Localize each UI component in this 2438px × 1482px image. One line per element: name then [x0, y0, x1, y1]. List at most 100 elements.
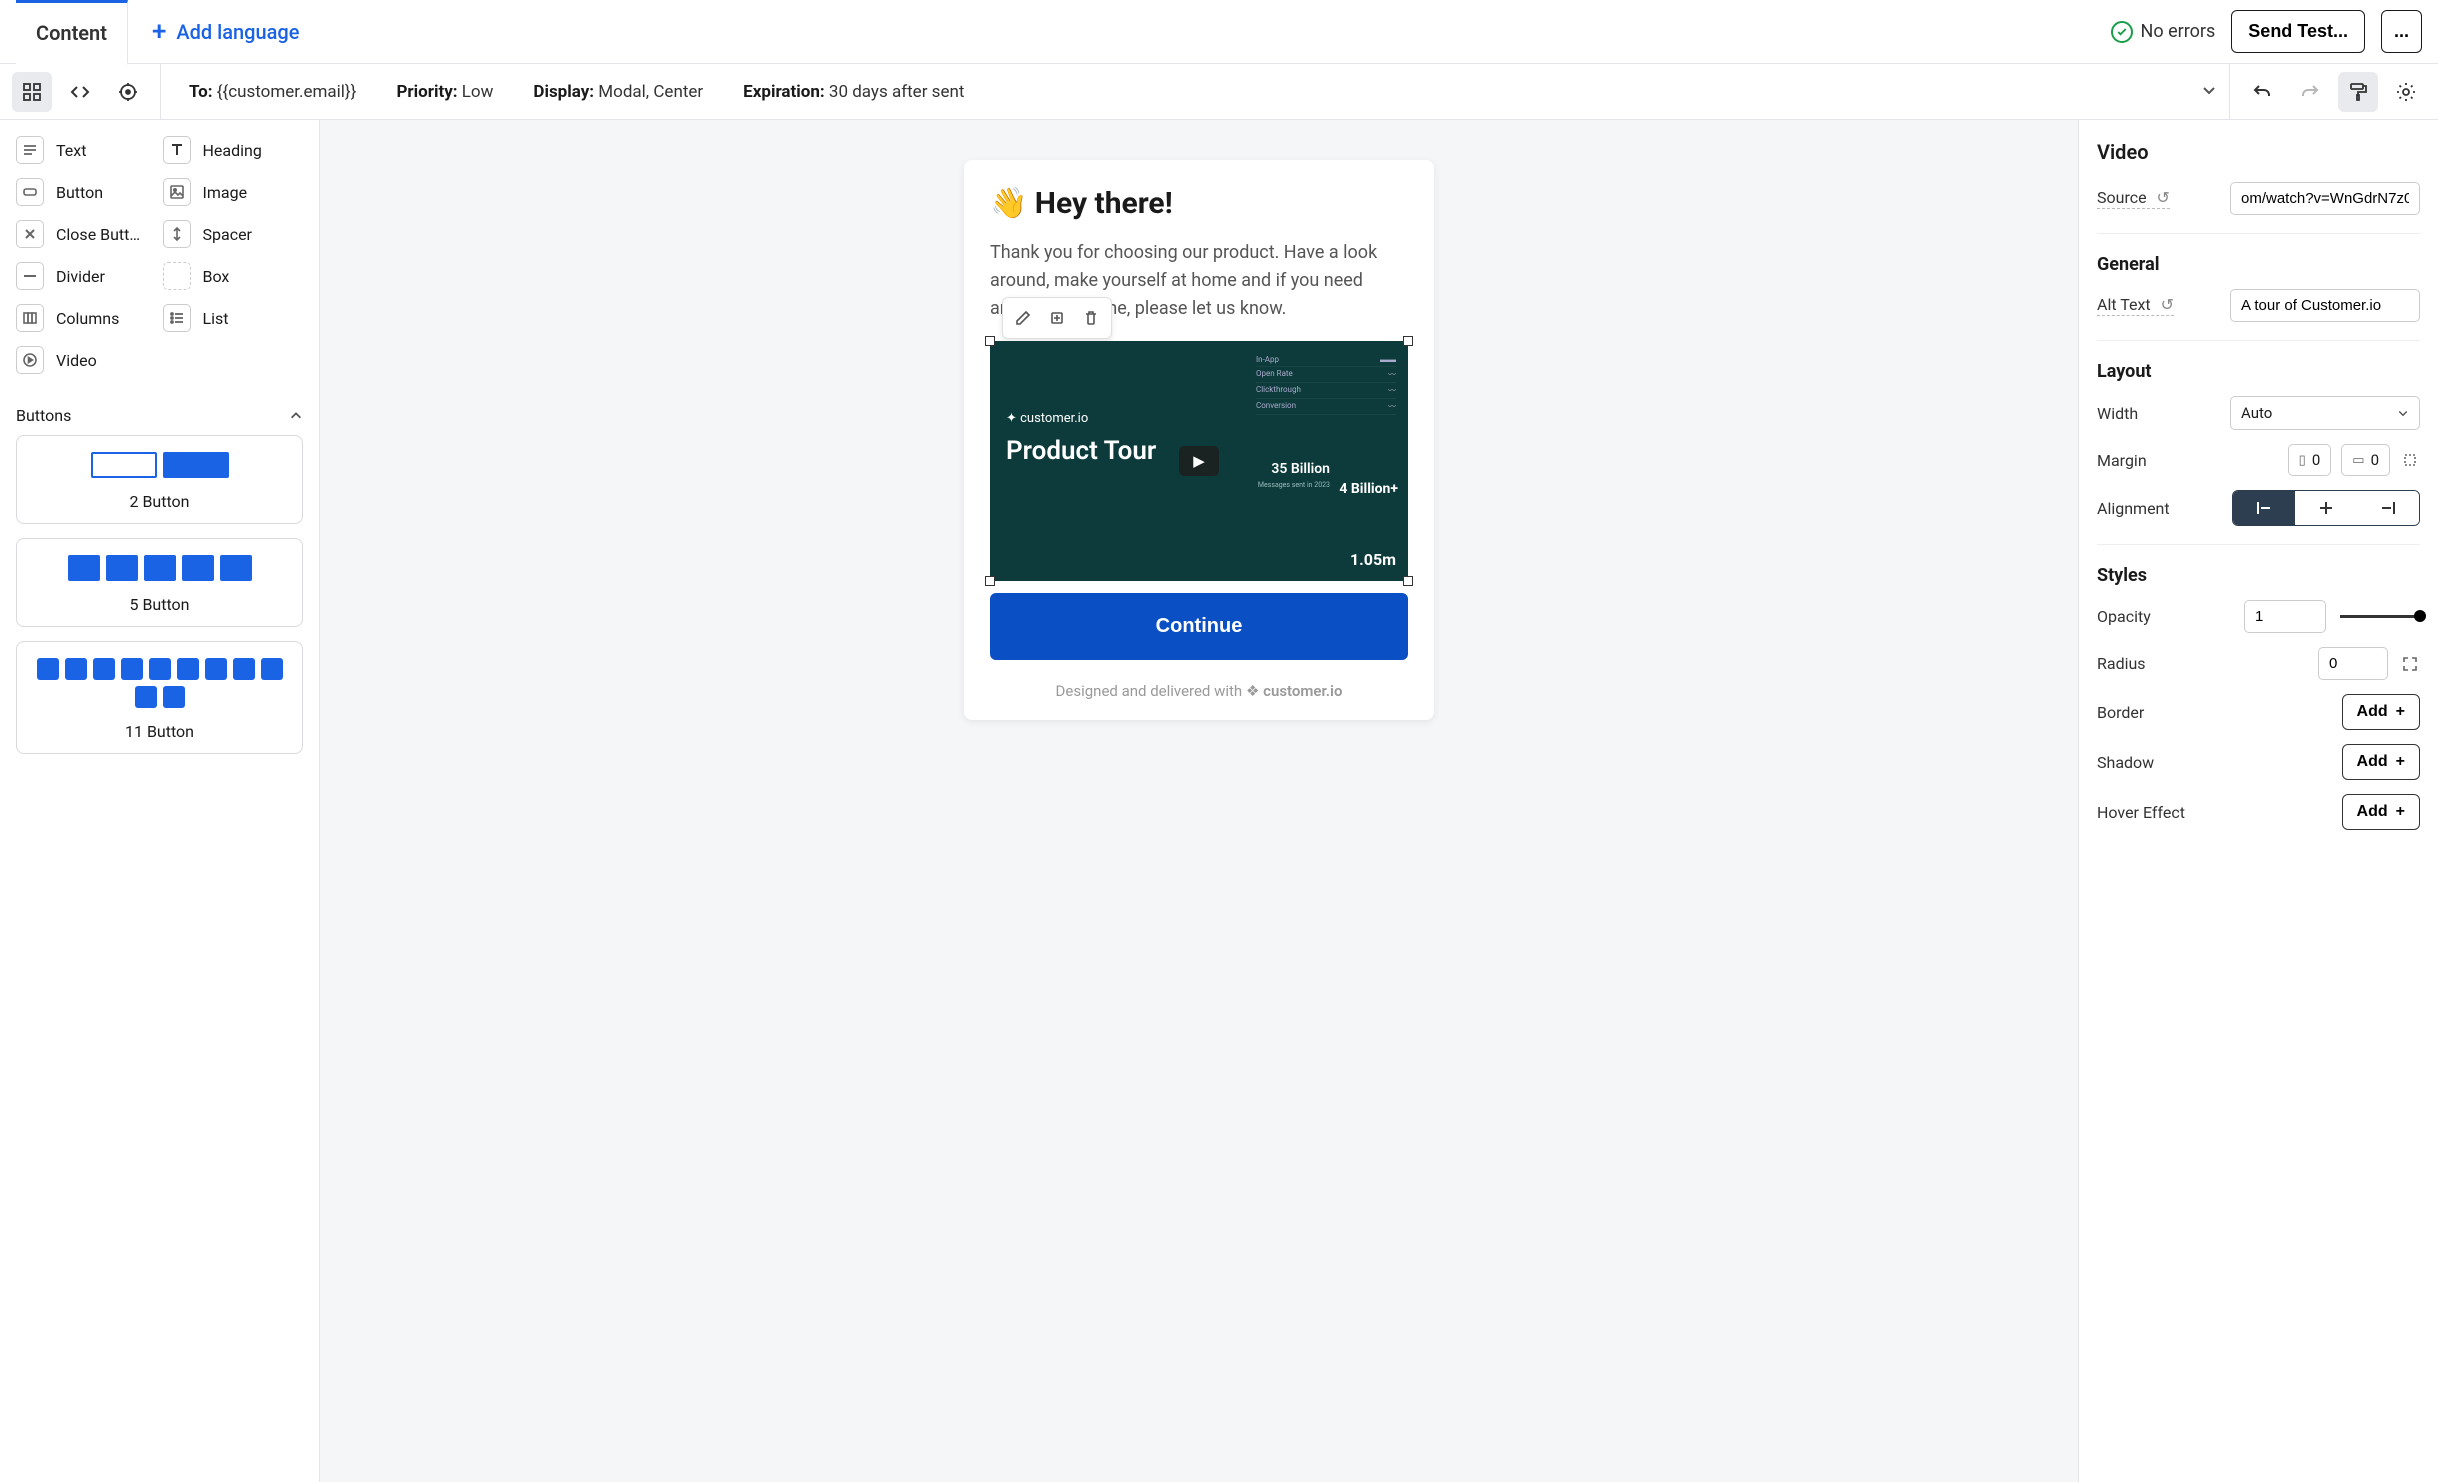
border-add-button[interactable]: Add+ — [2342, 694, 2420, 730]
meta-priority[interactable]: Priority: Low — [396, 82, 493, 102]
align-left-button[interactable] — [2233, 491, 2295, 525]
shadow-add-button[interactable]: Add+ — [2342, 744, 2420, 780]
margin-vertical-input[interactable]: ▭ 0 — [2341, 444, 2390, 476]
opacity-slider[interactable] — [2340, 615, 2420, 618]
buttons-section-header[interactable]: Buttons — [16, 396, 303, 435]
radius-input[interactable] — [2318, 647, 2388, 680]
preset-11-button[interactable]: 11 Button — [16, 641, 303, 754]
alt-label: Alt Text ↺ — [2097, 295, 2174, 316]
components-panel: Text Heading Button Image Close Butt… Sp… — [0, 120, 320, 1482]
edit-icon[interactable] — [1008, 303, 1038, 333]
preset-11-label: 11 Button — [29, 722, 290, 741]
margin-horizontal-input[interactable]: ▯ 0 — [2288, 444, 2332, 476]
margin-link-icon[interactable] — [2400, 450, 2420, 470]
props-title-layout: Layout — [2097, 361, 2420, 382]
props-title-styles: Styles — [2097, 565, 2420, 586]
opacity-input[interactable] — [2244, 600, 2326, 633]
main-area: Text Heading Button Image Close Butt… Sp… — [0, 120, 2438, 1482]
meta-to[interactable]: To: {{customer.email}} — [189, 82, 356, 102]
component-box[interactable]: Box — [163, 258, 304, 294]
footer-credit: Designed and delivered with ❖ customer.i… — [990, 682, 1408, 700]
component-image[interactable]: Image — [163, 174, 304, 210]
meta-display[interactable]: Display: Modal, Center — [533, 82, 703, 102]
component-text[interactable]: Text — [16, 132, 157, 168]
hover-label: Hover Effect — [2097, 803, 2185, 822]
undo-button[interactable] — [2242, 72, 2282, 112]
chevron-up-icon — [289, 409, 303, 423]
preset-5-button[interactable]: 5 Button — [16, 538, 303, 627]
chevron-down-icon[interactable] — [2189, 82, 2229, 102]
resize-handle-br[interactable] — [1403, 576, 1413, 586]
component-divider[interactable]: Divider — [16, 258, 157, 294]
plus-icon: + — [2396, 703, 2405, 721]
list-icon — [163, 304, 191, 332]
target-icon[interactable] — [108, 72, 148, 112]
box-dashed-icon — [163, 262, 191, 290]
component-list[interactable]: List — [163, 300, 304, 336]
blocks-view-icon[interactable] — [12, 72, 52, 112]
logo-dots-icon: ❖ — [1246, 682, 1259, 700]
continue-button[interactable]: Continue — [990, 593, 1408, 660]
align-center-button[interactable] — [2295, 491, 2357, 525]
preset-2-button[interactable]: 2 Button — [16, 435, 303, 524]
play-circle-icon — [16, 346, 44, 374]
preset-2-label: 2 Button — [29, 492, 290, 511]
resize-handle-bl[interactable] — [985, 576, 995, 586]
video-thumbnail[interactable]: ✦ customer.io Product Tour In-App▬▬ Open… — [990, 341, 1408, 581]
reset-alt-icon[interactable]: ↺ — [2161, 295, 2174, 314]
source-input[interactable] — [2230, 182, 2420, 215]
add-language-label: Add language — [176, 20, 299, 44]
trash-icon[interactable] — [1076, 303, 1106, 333]
component-heading[interactable]: Heading — [163, 132, 304, 168]
component-spacer[interactable]: Spacer — [163, 216, 304, 252]
divider-line-icon — [16, 262, 44, 290]
hover-add-button[interactable]: Add+ — [2342, 794, 2420, 830]
thumb-brand: ✦ customer.io — [1006, 411, 1088, 426]
thumb-stats: In-App▬▬ Open Rate〰 Clickthrough〰 Conver… — [1256, 353, 1396, 415]
add-language-button[interactable]: + Add language — [152, 19, 300, 45]
code-view-icon[interactable] — [60, 72, 100, 112]
radius-expand-icon[interactable] — [2400, 654, 2420, 674]
margin-label: Margin — [2097, 451, 2147, 470]
slider-knob[interactable] — [2414, 610, 2426, 622]
redo-button[interactable] — [2290, 72, 2330, 112]
alt-input[interactable] — [2230, 289, 2420, 322]
resize-handle-tl[interactable] — [985, 336, 995, 346]
plus-icon: + — [2396, 753, 2405, 771]
resize-handle-tr[interactable] — [1403, 336, 1413, 346]
tab-content[interactable]: Content — [16, 0, 128, 65]
close-x-icon — [16, 220, 44, 248]
preset-5-label: 5 Button — [29, 595, 290, 614]
more-menu-button[interactable]: ... — [2381, 10, 2422, 53]
top-bar: Content + Add language No errors Send Te… — [0, 0, 2438, 64]
reset-source-icon[interactable]: ↺ — [2157, 188, 2170, 207]
props-title-general: General — [2097, 254, 2420, 275]
width-select[interactable]: Auto — [2230, 396, 2420, 430]
video-block[interactable]: ✦ customer.io Product Tour In-App▬▬ Open… — [990, 341, 1408, 581]
play-icon[interactable]: ▶ — [1179, 446, 1219, 476]
alignment-toggle — [2232, 490, 2420, 526]
image-icon — [163, 178, 191, 206]
source-label: Source ↺ — [2097, 188, 2170, 209]
component-close-button[interactable]: Close Butt… — [16, 216, 157, 252]
element-toolbar — [1002, 297, 1112, 339]
thumb-big: 35 Billion — [1271, 461, 1330, 477]
component-video[interactable]: Video — [16, 342, 157, 378]
shadow-label: Shadow — [2097, 753, 2154, 772]
settings-icon[interactable] — [2386, 72, 2426, 112]
align-right-button[interactable] — [2357, 491, 2419, 525]
border-label: Border — [2097, 703, 2144, 722]
card-heading[interactable]: 👋 Hey there! — [990, 186, 1408, 221]
canvas[interactable]: 👋 Hey there! Thank you for choosing our … — [320, 120, 2078, 1482]
alignment-label: Alignment — [2097, 499, 2170, 518]
send-test-button[interactable]: Send Test... — [2231, 10, 2365, 53]
paint-roller-icon[interactable] — [2338, 72, 2378, 112]
component-button[interactable]: Button — [16, 174, 157, 210]
props-title-video: Video — [2097, 140, 2420, 164]
meta-expiration[interactable]: Expiration: 30 days after sent — [743, 82, 964, 102]
text-lines-icon — [16, 136, 44, 164]
duplicate-icon[interactable] — [1042, 303, 1072, 333]
component-columns[interactable]: Columns — [16, 300, 157, 336]
preview-card[interactable]: 👋 Hey there! Thank you for choosing our … — [964, 160, 1434, 720]
button-rect-icon — [16, 178, 44, 206]
